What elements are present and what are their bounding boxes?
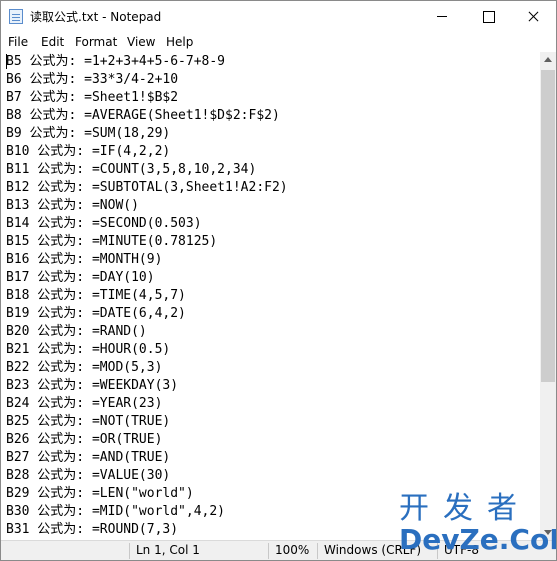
text-line: B11 公式为: =COUNT(3,5,8,10,2,34) <box>6 162 257 177</box>
minimize-button[interactable] <box>419 1 465 32</box>
vertical-scrollbar[interactable] <box>540 52 556 540</box>
text-line: B18 公式为: =TIME(4,5,7) <box>6 288 186 303</box>
menu-help[interactable]: Help <box>166 35 193 49</box>
text-line: B22 公式为: =MOD(5,3) <box>6 360 163 375</box>
line-ending: Windows (CRLF) <box>324 543 422 557</box>
notepad-window: 读取公式.txt - Notepad File Edit Format View… <box>0 0 557 561</box>
text-line: B10 公式为: =IF(4,2,2) <box>6 144 171 159</box>
zoom-level: 100% <box>275 543 310 557</box>
text-line: B14 公式为: =SECOND(0.503) <box>6 216 202 231</box>
encoding: UTF-8 <box>444 543 479 557</box>
maximize-button[interactable] <box>465 1 511 32</box>
text-line: B8 公式为: =AVERAGE(Sheet1!$D$2:F$2) <box>6 108 280 123</box>
text-line: B9 公式为: =SUM(18,29) <box>6 126 171 141</box>
text-line: B15 公式为: =MINUTE(0.78125) <box>6 234 218 249</box>
status-separator <box>129 543 130 559</box>
text-line: B31 公式为: =ROUND(7,3) <box>6 522 179 537</box>
text-line: B6 公式为: =33*3/4-2+10 <box>6 72 179 87</box>
text-line: B27 公式为: =AND(TRUE) <box>6 450 171 465</box>
text-line: B17 公式为: =DAY(10) <box>6 270 155 285</box>
status-bar: Ln 1, Col 1 100% Windows (CRLF) UTF-8 <box>1 540 556 560</box>
text-line: B30 公式为: =MID("world",4,2) <box>6 504 226 519</box>
text-line: B19 公式为: =DATE(6,4,2) <box>6 306 186 321</box>
cursor-position: Ln 1, Col 1 <box>136 543 200 557</box>
text-line: B5 公式为: =1+2+3+4+5-6-7+8-9 <box>6 54 226 69</box>
text-line: B12 公式为: =SUBTOTAL(3,Sheet1!A2:F2) <box>6 180 288 195</box>
menu-view[interactable]: View <box>127 35 155 49</box>
text-editor[interactable]: B5 公式为: =1+2+3+4+5-6-7+8-9 B6 公式为: =33*3… <box>1 52 540 540</box>
status-separator <box>317 543 318 559</box>
text-line: B20 公式为: =RAND() <box>6 324 147 339</box>
scrollbar-thumb[interactable] <box>541 70 555 382</box>
scroll-down-icon[interactable] <box>544 530 552 535</box>
text-line: B16 公式为: =MONTH(9) <box>6 252 163 267</box>
text-line: B7 公式为: =Sheet1!$B$2 <box>6 90 179 105</box>
window-title: 读取公式.txt - Notepad <box>30 10 162 24</box>
text-line: B26 公式为: =OR(TRUE) <box>6 432 163 447</box>
menu-edit[interactable]: Edit <box>41 35 64 49</box>
text-line: B23 公式为: =WEEKDAY(3) <box>6 378 179 393</box>
notepad-icon <box>9 9 23 24</box>
text-line: B13 公式为: =NOW() <box>6 198 139 213</box>
scroll-up-icon[interactable] <box>544 57 552 62</box>
status-separator <box>437 543 438 559</box>
menu-format[interactable]: Format <box>75 35 117 49</box>
text-line: B24 公式为: =YEAR(23) <box>6 396 163 411</box>
title-bar[interactable]: 读取公式.txt - Notepad <box>1 1 556 32</box>
text-line: B28 公式为: =VALUE(30) <box>6 468 171 483</box>
menu-file[interactable]: File <box>8 35 28 49</box>
menu-bar: File Edit Format View Help <box>1 32 556 52</box>
close-button[interactable] <box>510 1 556 32</box>
text-line: B25 公式为: =NOT(TRUE) <box>6 414 171 429</box>
text-line: B29 公式为: =LEN("world") <box>6 486 194 501</box>
status-separator <box>268 543 269 559</box>
text-line: B21 公式为: =HOUR(0.5) <box>6 342 171 357</box>
